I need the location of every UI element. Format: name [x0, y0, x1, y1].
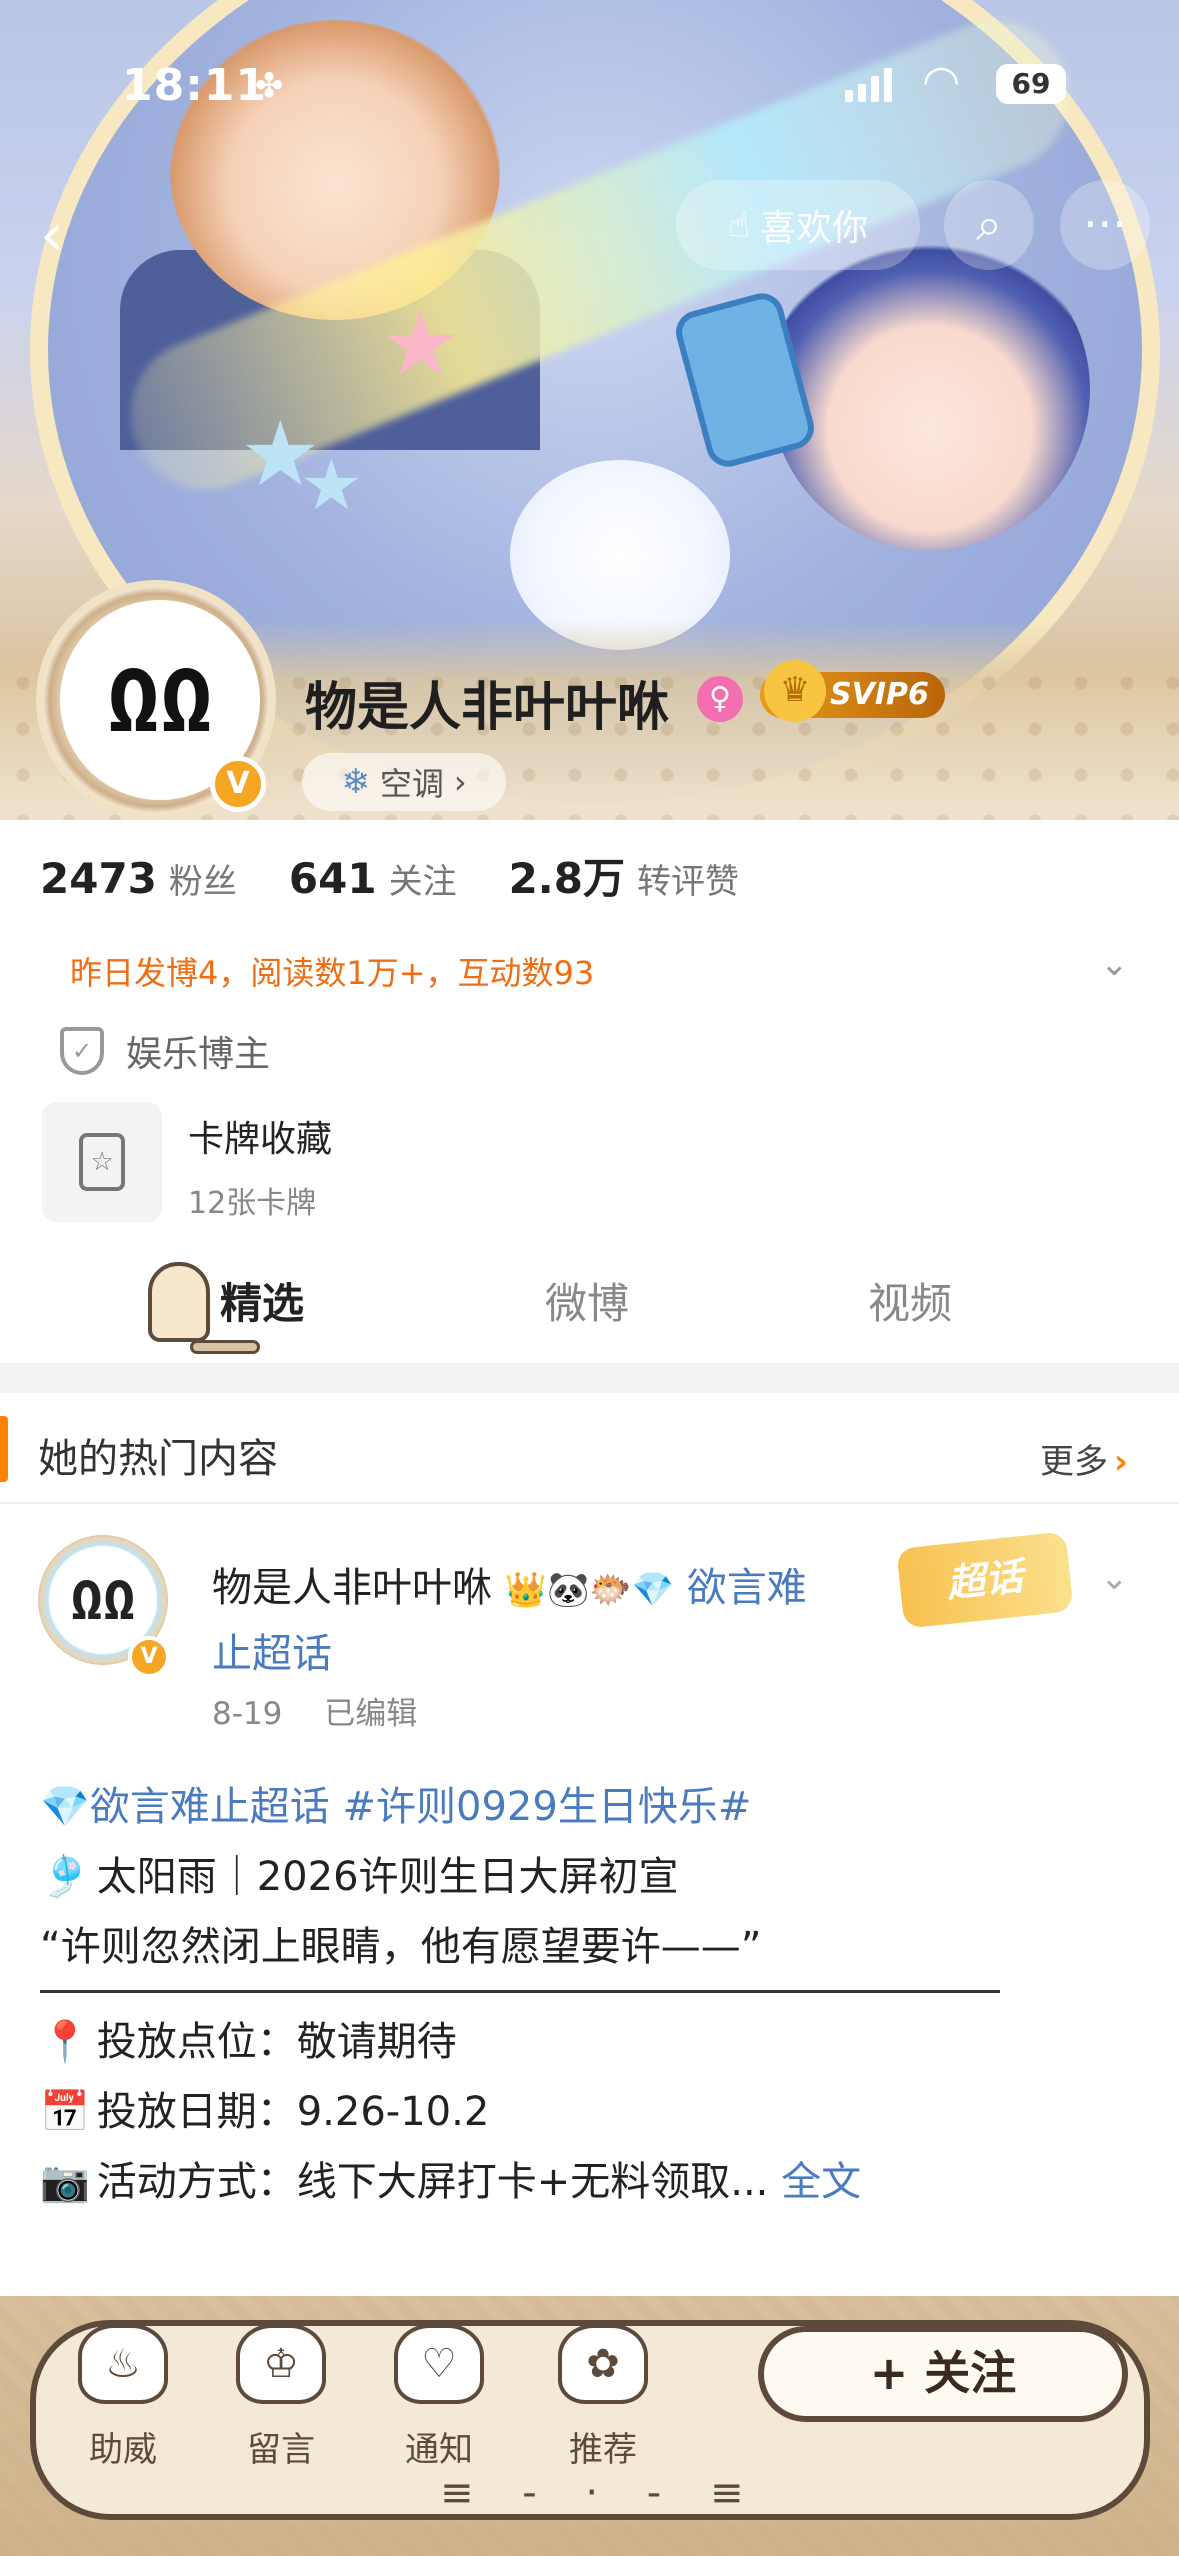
- star-decoration-icon: ★: [380, 292, 461, 397]
- post-topic-links[interactable]: 💎欲言难止超话 #许则0929生日快乐#: [40, 1784, 751, 1830]
- camera-icon: 📷: [40, 2159, 90, 2205]
- profile-username: 物是人非叶叶咻: [305, 678, 670, 738]
- recommend-button[interactable]: ✿ 推荐: [538, 2324, 668, 2471]
- supertopic-badge[interactable]: 超话: [896, 1531, 1074, 1629]
- follow-button[interactable]: + 关注: [758, 2326, 1128, 2422]
- message-button[interactable]: ♔ 留言: [216, 2324, 346, 2471]
- female-gender-icon: ♀: [697, 676, 743, 722]
- more-icon[interactable]: ···: [1060, 180, 1150, 270]
- following-count: 641: [288, 854, 377, 903]
- engagement-count: 2.8万: [508, 854, 625, 903]
- back-icon[interactable]: ‹: [40, 200, 64, 270]
- bell-icon: ♡: [394, 2324, 484, 2404]
- profile-stats: 2473 粉丝 641 关注 2.8万 转评赞: [40, 845, 791, 906]
- hand-heart-icon: ☝: [728, 204, 750, 246]
- svip-badge[interactable]: ♛ SVIP6: [760, 660, 945, 722]
- card-collection[interactable]: ☆ 卡牌收藏 12张卡牌: [42, 1102, 332, 1222]
- post-author-line[interactable]: 物是人非叶叶咻 👑🐼🐡💎 欲言难止超话: [212, 1556, 812, 1686]
- like-you-button[interactable]: ☝ 喜欢你: [676, 180, 920, 270]
- status-time: 18:11: [122, 60, 268, 111]
- notify-label: 通知: [405, 2430, 473, 2470]
- focus-mode-icon: ✤: [255, 66, 284, 106]
- engagement-label: 转评赞: [636, 862, 739, 902]
- post-author-name: 物是人非叶叶咻: [212, 1565, 492, 1611]
- banner-character-right: [770, 230, 1090, 550]
- chevron-right-icon: ›: [453, 763, 467, 801]
- cheer-button[interactable]: ♨ 助威: [58, 2324, 188, 2471]
- divider: [0, 1502, 1179, 1504]
- post-line: 投放日期：9.26-10.2: [96, 2089, 490, 2135]
- followers-stat[interactable]: 2473 粉丝: [40, 854, 237, 903]
- notify-button[interactable]: ♡ 通知: [374, 2324, 504, 2471]
- snowflake-icon: ❄: [341, 762, 370, 802]
- following-stat[interactable]: 641 关注: [289, 854, 457, 903]
- post-divider-line: [40, 1990, 1000, 1993]
- tab-mascot-icon: [148, 1262, 210, 1342]
- like-you-label: 喜欢你: [759, 208, 868, 249]
- cheer-icon: ♨: [78, 2324, 168, 2404]
- post-line: 活动方式：线下大屏打卡+无料领取...: [96, 2159, 769, 2205]
- post-edited: 已编辑: [324, 1696, 418, 1732]
- wind-chime-icon: 🎐: [40, 1854, 90, 1900]
- tab-video[interactable]: 视频: [868, 1270, 952, 1331]
- tab-featured[interactable]: 精选: [220, 1270, 304, 1331]
- post-line: 太阳雨｜2026许则生日大屏初宣: [96, 1854, 679, 1900]
- post-author-badges: 👑🐼🐡💎: [504, 1570, 675, 1610]
- blogger-category[interactable]: ✓ 娱乐博主: [60, 1025, 270, 1077]
- chevron-down-icon[interactable]: ⌄: [1100, 1558, 1129, 1598]
- recommend-icon: ✿: [558, 2324, 648, 2404]
- verified-badge-icon: V: [128, 1636, 170, 1678]
- cellular-signal-icon: [845, 68, 892, 102]
- profile-tag-label: 空调: [379, 765, 444, 803]
- followers-count: 2473: [40, 854, 157, 903]
- message-label: 留言: [247, 2430, 315, 2470]
- svip-level: SVIP6: [830, 677, 929, 712]
- engagement-stat[interactable]: 2.8万 转评赞: [509, 845, 739, 906]
- battery-indicator: 69: [996, 64, 1066, 104]
- card-collection-title: 卡牌收藏: [188, 1119, 333, 1160]
- shield-icon: ✓: [60, 1027, 104, 1075]
- wifi-icon: ◠: [922, 56, 961, 107]
- post-meta: 8-19 已编辑: [212, 1688, 449, 1733]
- cake-icon: ♔: [236, 2324, 326, 2404]
- card-collection-count: 12张卡牌: [188, 1186, 317, 1221]
- chevron-right-icon: ›: [1114, 1442, 1129, 1482]
- crown-icon: ♛: [764, 660, 826, 722]
- profile-tag-pill[interactable]: ❄ 空调 ›: [302, 753, 506, 811]
- post-date: 8-19: [212, 1696, 283, 1732]
- hot-more-link[interactable]: 更多 ›: [1040, 1434, 1128, 1483]
- hot-content-title: 她的热门内容: [38, 1436, 278, 1482]
- post-line: “许则忽然闭上眼睛，他有愿望要许——”: [40, 1924, 762, 1970]
- section-divider: [0, 1363, 1179, 1393]
- section-accent-bar: [0, 1416, 8, 1482]
- blogger-category-label: 娱乐博主: [126, 1034, 271, 1075]
- following-label: 关注: [388, 862, 457, 902]
- hot-more-label: 更多: [1040, 1442, 1108, 1482]
- pin-icon: 📍: [40, 2019, 90, 2065]
- daily-brief[interactable]: 昨日发博4，阅读数1万+，互动数93: [70, 948, 594, 994]
- star-decoration-icon: ★: [300, 444, 363, 526]
- post-body[interactable]: 💎欲言难止超话 #许则0929生日快乐# 🎐 太阳雨｜2026许则生日大屏初宣 …: [40, 1772, 1140, 2217]
- tab-weibo[interactable]: 微博: [545, 1270, 629, 1331]
- cheer-label: 助威: [89, 2430, 157, 2470]
- recommend-label: 推荐: [569, 2430, 637, 2470]
- full-text-link[interactable]: 全文: [781, 2159, 861, 2205]
- chevron-down-icon[interactable]: ⌄: [1100, 944, 1129, 984]
- search-icon[interactable]: ⌕: [944, 180, 1034, 270]
- tab-active-indicator: [190, 1340, 260, 1354]
- cat-face-decoration: ≡ - · - ≡: [440, 2470, 762, 2516]
- post-line: 投放点位：敬请期待: [96, 2019, 457, 2065]
- followers-label: 粉丝: [168, 862, 237, 902]
- calendar-icon: 📅: [40, 2089, 90, 2135]
- card-collection-icon: ☆: [42, 1102, 162, 1222]
- verified-badge-icon: V: [210, 756, 266, 812]
